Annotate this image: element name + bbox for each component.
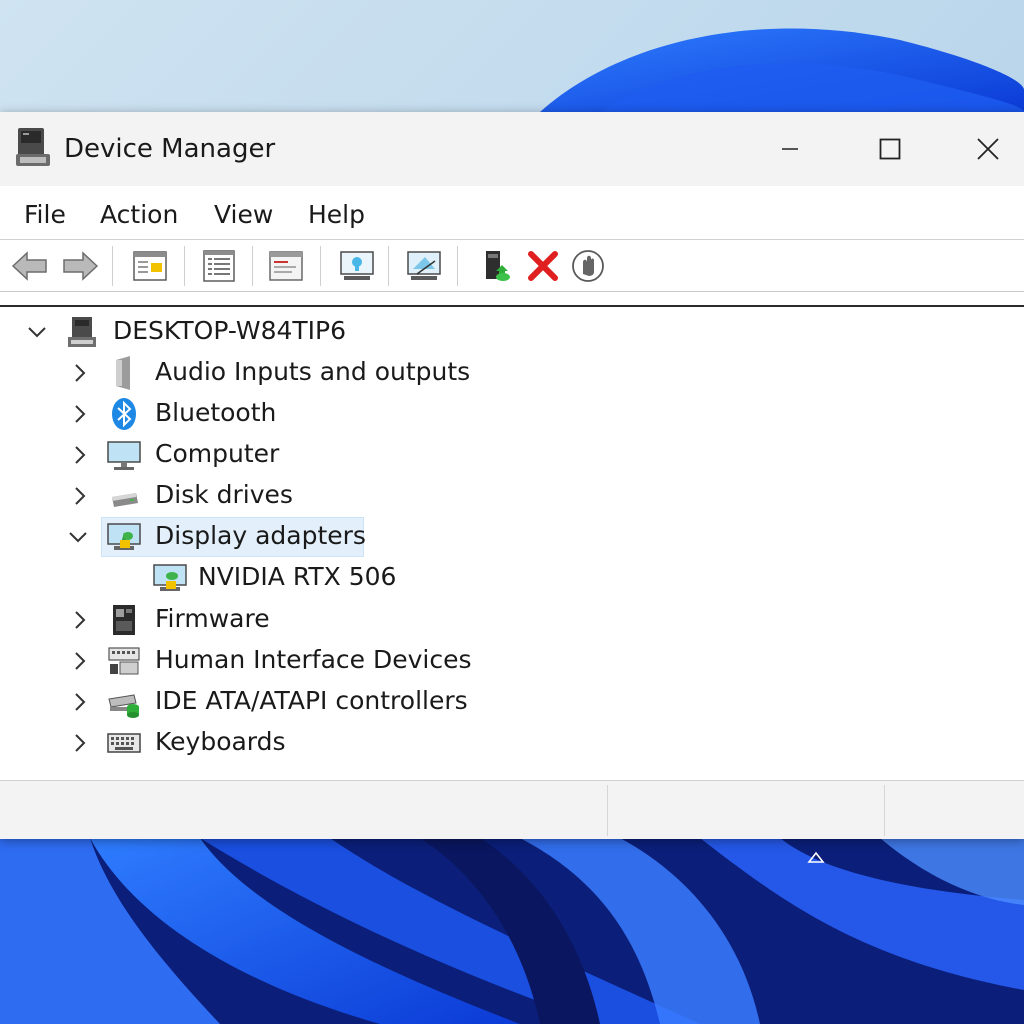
toolbar (0, 240, 1024, 292)
forward-arrow-icon (63, 251, 99, 281)
chevron-down-icon[interactable] (25, 320, 49, 344)
scan-hardware-changes-icon (407, 251, 441, 280)
device-tree: DESKTOP-W84TIP6 Audio Inputs and outputs… (0, 312, 1024, 782)
uninstall-device-icon (528, 251, 558, 281)
tree-item-display-adapters[interactable]: Display adapters (0, 517, 1024, 557)
category-label: Audio Inputs and outputs (155, 357, 471, 386)
chevron-right-icon[interactable] (68, 649, 92, 673)
uninstall-device-button[interactable] (521, 244, 565, 288)
update-driver-button[interactable] (264, 244, 308, 288)
tree-item-hid[interactable]: Human Interface Devices (0, 641, 1024, 681)
tree-item-computer[interactable]: Computer (0, 435, 1024, 475)
chevron-right-icon[interactable] (68, 361, 92, 385)
chevron-right-icon[interactable] (68, 690, 92, 714)
tree-item-ide-controllers[interactable]: IDE ATA/ATAPI controllers (0, 682, 1024, 722)
toolbar-separator (320, 246, 321, 286)
disable-device-icon (572, 250, 604, 282)
menu-bar: File Action View Help (0, 186, 1024, 240)
category-label: Display adapters (155, 521, 366, 550)
scan-button[interactable] (335, 244, 379, 288)
category-label: Computer (155, 439, 280, 468)
bluetooth-icon (112, 398, 136, 430)
update-driver-icon (269, 251, 303, 281)
status-divider (607, 785, 608, 836)
display-adapter-icon (153, 564, 187, 591)
firmware-icon (113, 605, 135, 635)
maximize-icon (879, 138, 901, 160)
toolbar-separator (184, 246, 185, 286)
hid-icon (108, 647, 140, 675)
tree-item-keyboards[interactable]: Keyboards (0, 723, 1024, 763)
tree-root[interactable]: DESKTOP-W84TIP6 (0, 312, 1024, 352)
scan-hardware-button[interactable] (402, 244, 446, 288)
category-label: Keyboards (155, 727, 286, 756)
status-divider (884, 785, 885, 836)
menu-action[interactable]: Action (100, 200, 178, 229)
forward-button[interactable] (58, 244, 102, 288)
minimize-icon (782, 148, 798, 150)
tree-item-disk-drives[interactable]: Disk drives (0, 476, 1024, 516)
device-manager-window: Device Manager File Action View Help DES… (0, 112, 1024, 839)
chevron-right-icon[interactable] (68, 608, 92, 632)
category-label: Human Interface Devices (155, 645, 472, 674)
chevron-right-icon[interactable] (68, 731, 92, 755)
toolbar-separator (457, 246, 458, 286)
show-hidden-list-icon (203, 250, 235, 282)
chevron-right-icon[interactable] (68, 443, 92, 467)
tree-top-border (0, 305, 1024, 307)
close-icon (977, 138, 999, 160)
tree-item-nvidia-gpu[interactable]: NVIDIA RTX 506 (0, 558, 1024, 598)
enable-device-icon (486, 251, 510, 281)
back-arrow-icon (11, 251, 47, 281)
disk-drive-icon (112, 493, 138, 507)
menu-file[interactable]: File (24, 200, 66, 229)
properties-button[interactable] (128, 244, 172, 288)
chevron-down-icon[interactable] (66, 525, 90, 549)
window-title: Device Manager (64, 134, 276, 164)
category-label: Bluetooth (155, 398, 277, 427)
tree-item-bluetooth[interactable]: Bluetooth (0, 394, 1024, 434)
disable-device-button[interactable] (566, 244, 610, 288)
maximize-button[interactable] (862, 126, 918, 172)
enable-device-button[interactable] (474, 244, 518, 288)
show-hidden-icons-caret-icon[interactable] (806, 848, 826, 866)
close-button[interactable] (960, 126, 1016, 172)
device-label: NVIDIA RTX 506 (198, 562, 397, 591)
menu-view[interactable]: View (214, 200, 273, 229)
device-manager-app-icon (16, 128, 50, 166)
display-icon (340, 251, 374, 280)
display-adapter-icon (107, 523, 141, 550)
root-label: DESKTOP-W84TIP6 (113, 316, 347, 345)
minimize-button[interactable] (762, 126, 818, 172)
chevron-right-icon[interactable] (68, 484, 92, 508)
category-label: Firmware (155, 604, 270, 633)
toolbar-separator (252, 246, 253, 286)
status-bar (0, 780, 1024, 839)
properties-icon (133, 251, 167, 281)
category-label: Disk drives (155, 480, 293, 509)
tree-item-firmware[interactable]: Firmware (0, 600, 1024, 640)
keyboard-icon (107, 733, 141, 753)
chevron-right-icon[interactable] (68, 402, 92, 426)
tree-item-audio[interactable]: Audio Inputs and outputs (0, 353, 1024, 393)
title-bar[interactable]: Device Manager (0, 112, 1024, 186)
computer-tower-icon (68, 317, 96, 347)
speaker-icon (116, 356, 130, 390)
monitor-icon (107, 441, 141, 470)
toolbar-separator (388, 246, 389, 286)
ide-controller-icon (108, 694, 139, 718)
toolbar-separator (112, 246, 113, 286)
back-button[interactable] (8, 244, 52, 288)
category-label: IDE ATA/ATAPI controllers (155, 686, 468, 715)
show-hidden-button[interactable] (197, 244, 241, 288)
menu-help[interactable]: Help (308, 200, 365, 229)
